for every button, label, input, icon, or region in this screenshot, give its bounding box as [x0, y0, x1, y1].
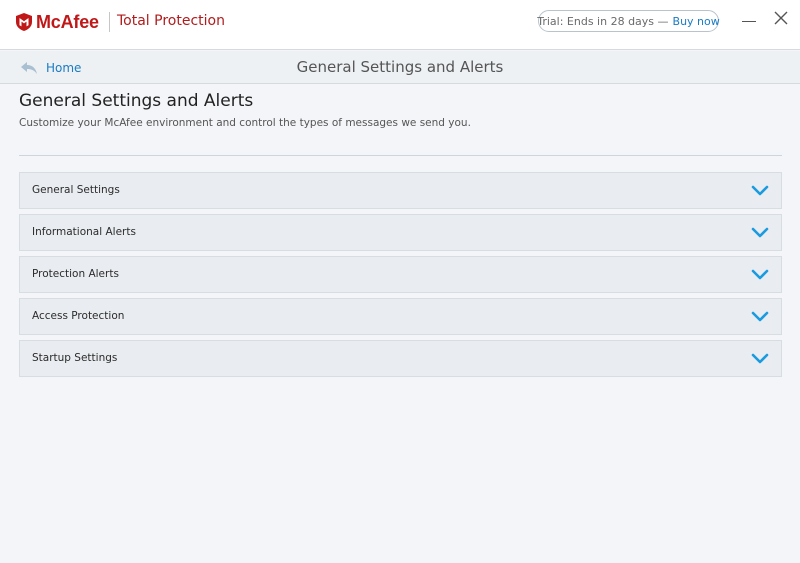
section-label: General Settings [32, 184, 120, 196]
section-protection-alerts[interactable]: Protection Alerts [19, 256, 782, 293]
mcafee-shield-icon [16, 13, 32, 31]
section-informational-alerts[interactable]: Informational Alerts [19, 214, 782, 251]
product-name: Total Protection [117, 13, 225, 29]
section-label: Startup Settings [32, 352, 118, 364]
page-title: General Settings and Alerts [19, 91, 254, 111]
logo-divider [109, 12, 110, 32]
nav-title: General Settings and Alerts [296, 58, 504, 76]
home-button[interactable]: Home [20, 59, 81, 77]
home-link-label: Home [46, 61, 82, 75]
back-arrow-icon [21, 62, 37, 74]
chevron-down-icon[interactable] [751, 353, 769, 365]
nav-bar: General Settings and Alerts Home [0, 51, 800, 84]
buy-now-link[interactable]: Buy now [673, 15, 720, 28]
minimize-icon[interactable] [741, 10, 757, 30]
brand-name: McAfee [36, 11, 99, 32]
section-label: Access Protection [32, 310, 125, 322]
section-label: Protection Alerts [32, 268, 119, 280]
section-access-protection[interactable]: Access Protection [19, 298, 782, 335]
divider [19, 155, 782, 156]
title-bar: McAfee Total Protection Trial: Ends in 2… [0, 0, 800, 50]
trial-text: Trial: Ends in 28 days — [537, 14, 669, 28]
trial-banner[interactable]: Trial: Ends in 28 days — Buy now [537, 10, 720, 32]
mcafee-logo: McAfee [16, 11, 99, 33]
chevron-down-icon[interactable] [751, 311, 769, 323]
section-startup-settings[interactable]: Startup Settings [19, 340, 782, 377]
section-general-settings[interactable]: General Settings [19, 172, 782, 209]
section-label: Informational Alerts [32, 226, 136, 238]
page-subtitle: Customize your McAfee environment and co… [19, 117, 471, 129]
chevron-down-icon[interactable] [751, 269, 769, 281]
chevron-down-icon[interactable] [751, 185, 769, 197]
close-icon[interactable] [773, 10, 789, 26]
chevron-down-icon[interactable] [751, 227, 769, 239]
